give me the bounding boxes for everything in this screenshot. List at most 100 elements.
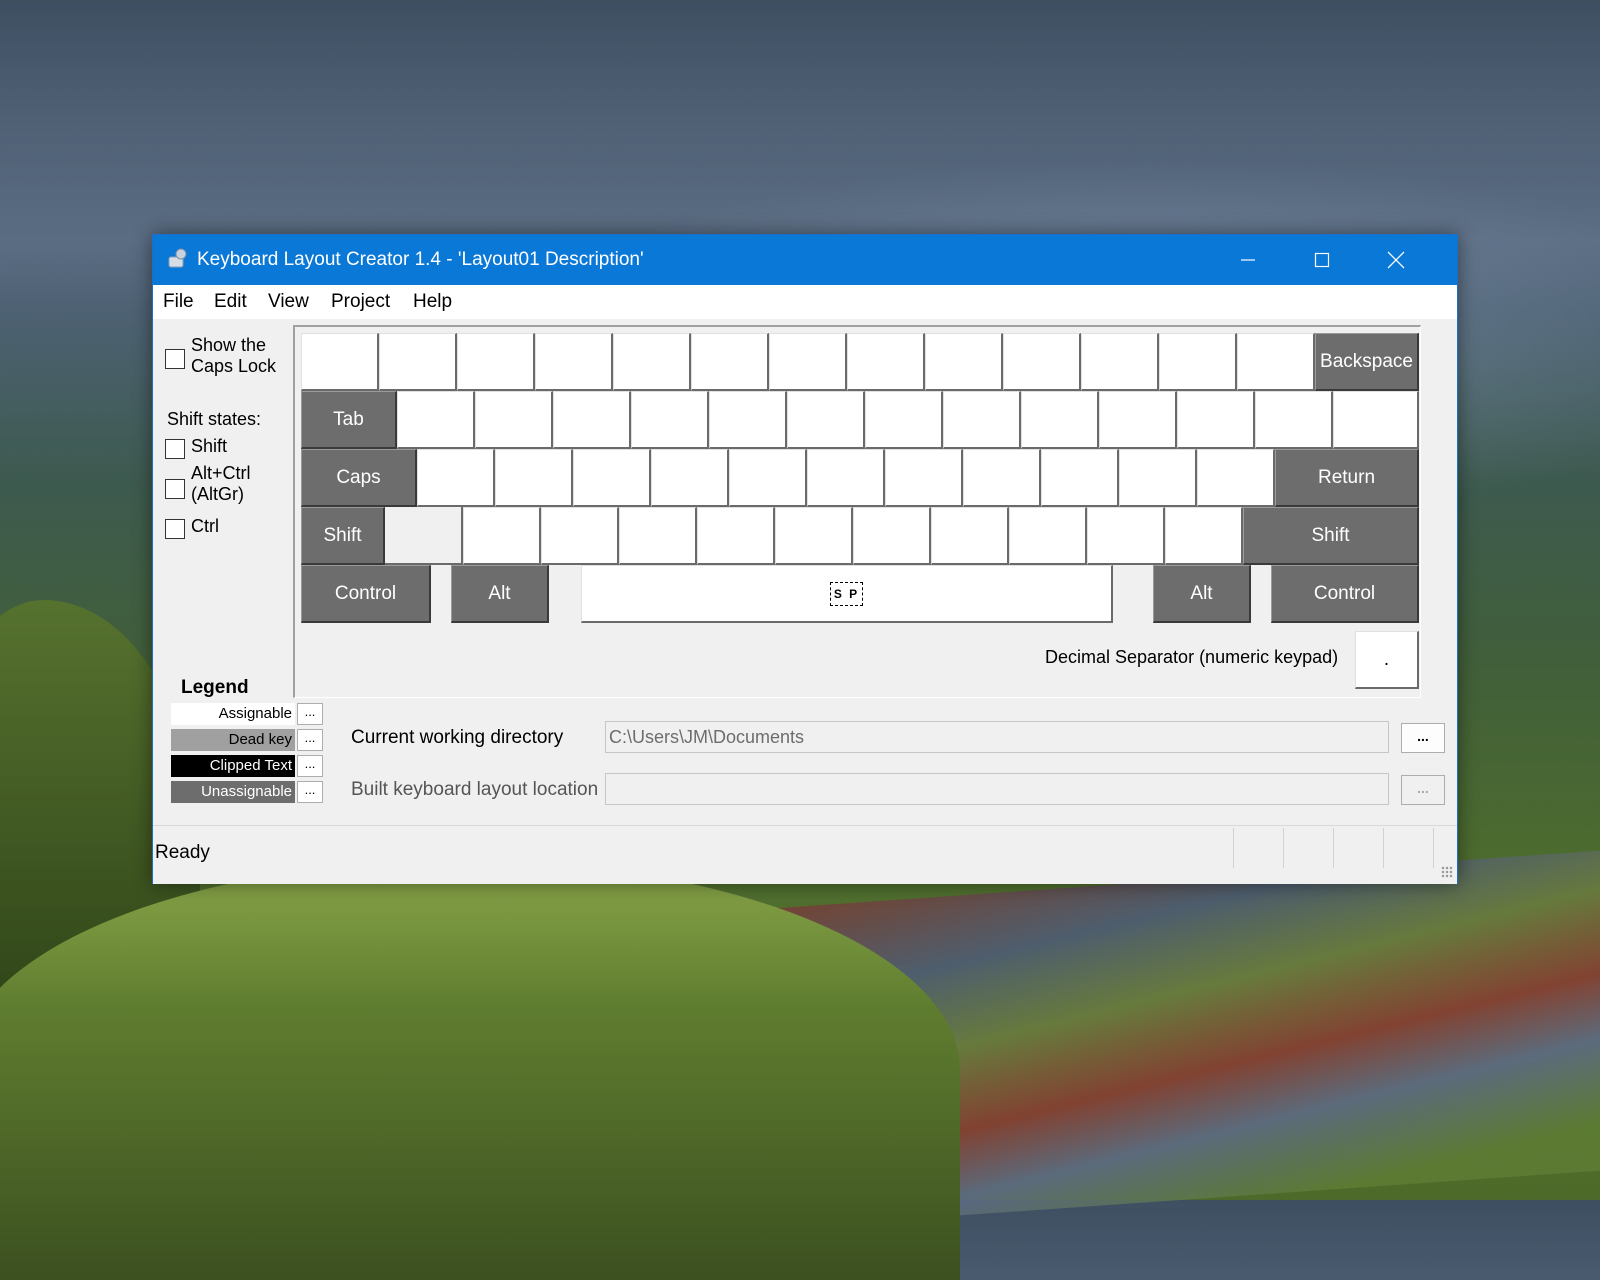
menu-file[interactable]: File bbox=[163, 291, 194, 313]
key-row2-12[interactable] bbox=[1255, 391, 1333, 449]
key-return[interactable]: Return bbox=[1275, 449, 1419, 507]
shift-checkbox[interactable] bbox=[165, 439, 185, 459]
key-row1-9[interactable] bbox=[925, 333, 1003, 391]
altgr-label-line2: (AltGr) bbox=[191, 484, 244, 504]
cwd-field[interactable]: C:\Users\JM\Documents bbox=[605, 721, 1389, 753]
key-row3-11[interactable] bbox=[1197, 449, 1275, 507]
altgr-checkbox[interactable] bbox=[165, 479, 185, 499]
key-row3-10[interactable] bbox=[1119, 449, 1197, 507]
key-row1-12[interactable] bbox=[1159, 333, 1237, 391]
key-row4-10[interactable] bbox=[1165, 507, 1243, 565]
key-row3-6[interactable] bbox=[807, 449, 885, 507]
shift-label: Shift bbox=[191, 436, 228, 456]
key-row1-6[interactable] bbox=[691, 333, 769, 391]
key-row1-11[interactable] bbox=[1081, 333, 1159, 391]
key-row1-3[interactable] bbox=[457, 333, 535, 391]
key-row4-5[interactable] bbox=[775, 507, 853, 565]
shift-states-heading: Shift states: bbox=[167, 409, 262, 429]
key-row2-11[interactable] bbox=[1177, 391, 1255, 449]
altgr-label: Alt+Ctrl (AltGr) bbox=[191, 463, 251, 505]
key-left-alt[interactable]: Alt bbox=[451, 565, 549, 623]
key-row4-9[interactable] bbox=[1087, 507, 1165, 565]
key-row3-4[interactable] bbox=[651, 449, 729, 507]
cwd-label: Current working directory bbox=[351, 727, 564, 748]
key-row2-13[interactable] bbox=[1333, 391, 1419, 449]
ctrl-checkbox[interactable] bbox=[165, 519, 185, 539]
legend-assignable: Assignable bbox=[171, 703, 295, 725]
key-right-control[interactable]: Control bbox=[1271, 565, 1419, 623]
caps-lock-label-line1: Show the bbox=[191, 335, 267, 355]
menu-view[interactable]: View bbox=[268, 291, 309, 313]
key-caps[interactable]: Caps bbox=[301, 449, 417, 507]
maximize-button[interactable] bbox=[1285, 235, 1359, 285]
key-backspace[interactable]: Backspace bbox=[1315, 333, 1419, 391]
key-row3-5[interactable] bbox=[729, 449, 807, 507]
legend-unassignable-color-button[interactable]: ... bbox=[297, 781, 323, 803]
key-left-control[interactable]: Control bbox=[301, 565, 431, 623]
key-right-alt[interactable]: Alt bbox=[1153, 565, 1251, 623]
key-row1-8[interactable] bbox=[847, 333, 925, 391]
cwd-browse-button[interactable]: ... bbox=[1401, 723, 1445, 753]
status-text: Ready bbox=[155, 842, 210, 863]
key-row4-8[interactable] bbox=[1009, 507, 1087, 565]
key-row3-1[interactable] bbox=[417, 449, 495, 507]
minimize-icon bbox=[1241, 259, 1255, 261]
key-row2-10[interactable] bbox=[1099, 391, 1177, 449]
key-row1-2[interactable] bbox=[379, 333, 457, 391]
legend-assignable-color-button[interactable]: ... bbox=[297, 703, 323, 725]
legend-title: Legend bbox=[181, 677, 249, 698]
key-row4-1[interactable] bbox=[463, 507, 541, 565]
key-row2-5[interactable] bbox=[709, 391, 787, 449]
menu-help[interactable]: Help bbox=[413, 291, 452, 313]
status-divider bbox=[1333, 828, 1334, 868]
key-row2-7[interactable] bbox=[865, 391, 943, 449]
key-row2-8[interactable] bbox=[943, 391, 1021, 449]
key-row3-3[interactable] bbox=[573, 449, 651, 507]
key-tab[interactable]: Tab bbox=[301, 391, 397, 449]
key-row3-8[interactable] bbox=[963, 449, 1041, 507]
key-row4-3[interactable] bbox=[619, 507, 697, 565]
key-row3-2[interactable] bbox=[495, 449, 573, 507]
legend-clipped-text-color-button[interactable]: ... bbox=[297, 755, 323, 777]
app-keyboard-icon bbox=[168, 248, 187, 268]
menu-project[interactable]: Project bbox=[331, 291, 390, 313]
key-row2-3[interactable] bbox=[553, 391, 631, 449]
key-row1-7[interactable] bbox=[769, 333, 847, 391]
status-divider bbox=[1433, 828, 1434, 868]
key-row3-9[interactable] bbox=[1041, 449, 1119, 507]
key-row4-7[interactable] bbox=[931, 507, 1009, 565]
key-row2-9[interactable] bbox=[1021, 391, 1099, 449]
key-row4-4[interactable] bbox=[697, 507, 775, 565]
key-row1-10[interactable] bbox=[1003, 333, 1081, 391]
built-location-label: Built keyboard layout location bbox=[351, 779, 599, 800]
key-row2-1[interactable] bbox=[397, 391, 475, 449]
key-row2-6[interactable] bbox=[787, 391, 865, 449]
key-row2-4[interactable] bbox=[631, 391, 709, 449]
key-row1-1[interactable] bbox=[301, 333, 379, 391]
key-row4-2[interactable] bbox=[541, 507, 619, 565]
key-decimal-separator[interactable]: . bbox=[1355, 631, 1419, 689]
key-right-shift[interactable]: Shift bbox=[1243, 507, 1419, 565]
key-spacebar[interactable]: S P bbox=[581, 565, 1113, 623]
key-row3-7[interactable] bbox=[885, 449, 963, 507]
key-row1-5[interactable] bbox=[613, 333, 691, 391]
legend-dead-key-color-button[interactable]: ... bbox=[297, 729, 323, 751]
key-left-shift[interactable]: Shift bbox=[301, 507, 385, 565]
caps-lock-label-line2: Caps Lock bbox=[191, 356, 277, 376]
key-row4-6[interactable] bbox=[853, 507, 931, 565]
resize-grip-icon[interactable] bbox=[1441, 866, 1453, 878]
close-button[interactable] bbox=[1359, 235, 1433, 285]
menu-edit[interactable]: Edit bbox=[214, 291, 247, 313]
altgr-label-line1: Alt+Ctrl bbox=[191, 463, 251, 483]
key-row1-4[interactable] bbox=[535, 333, 613, 391]
key-row1-13[interactable] bbox=[1237, 333, 1315, 391]
title-bar[interactable]: Keyboard Layout Creator 1.4 - 'Layout01 … bbox=[153, 235, 1457, 285]
built-location-field[interactable] bbox=[605, 773, 1389, 805]
menu-bar: File Edit View Project Help bbox=[153, 285, 1457, 319]
status-divider bbox=[1383, 828, 1384, 868]
built-location-browse-button[interactable]: ... bbox=[1401, 775, 1445, 805]
caps-lock-checkbox[interactable] bbox=[165, 349, 185, 369]
key-row4-unassignable[interactable] bbox=[385, 507, 463, 565]
key-row2-2[interactable] bbox=[475, 391, 553, 449]
minimize-button[interactable] bbox=[1211, 235, 1285, 285]
